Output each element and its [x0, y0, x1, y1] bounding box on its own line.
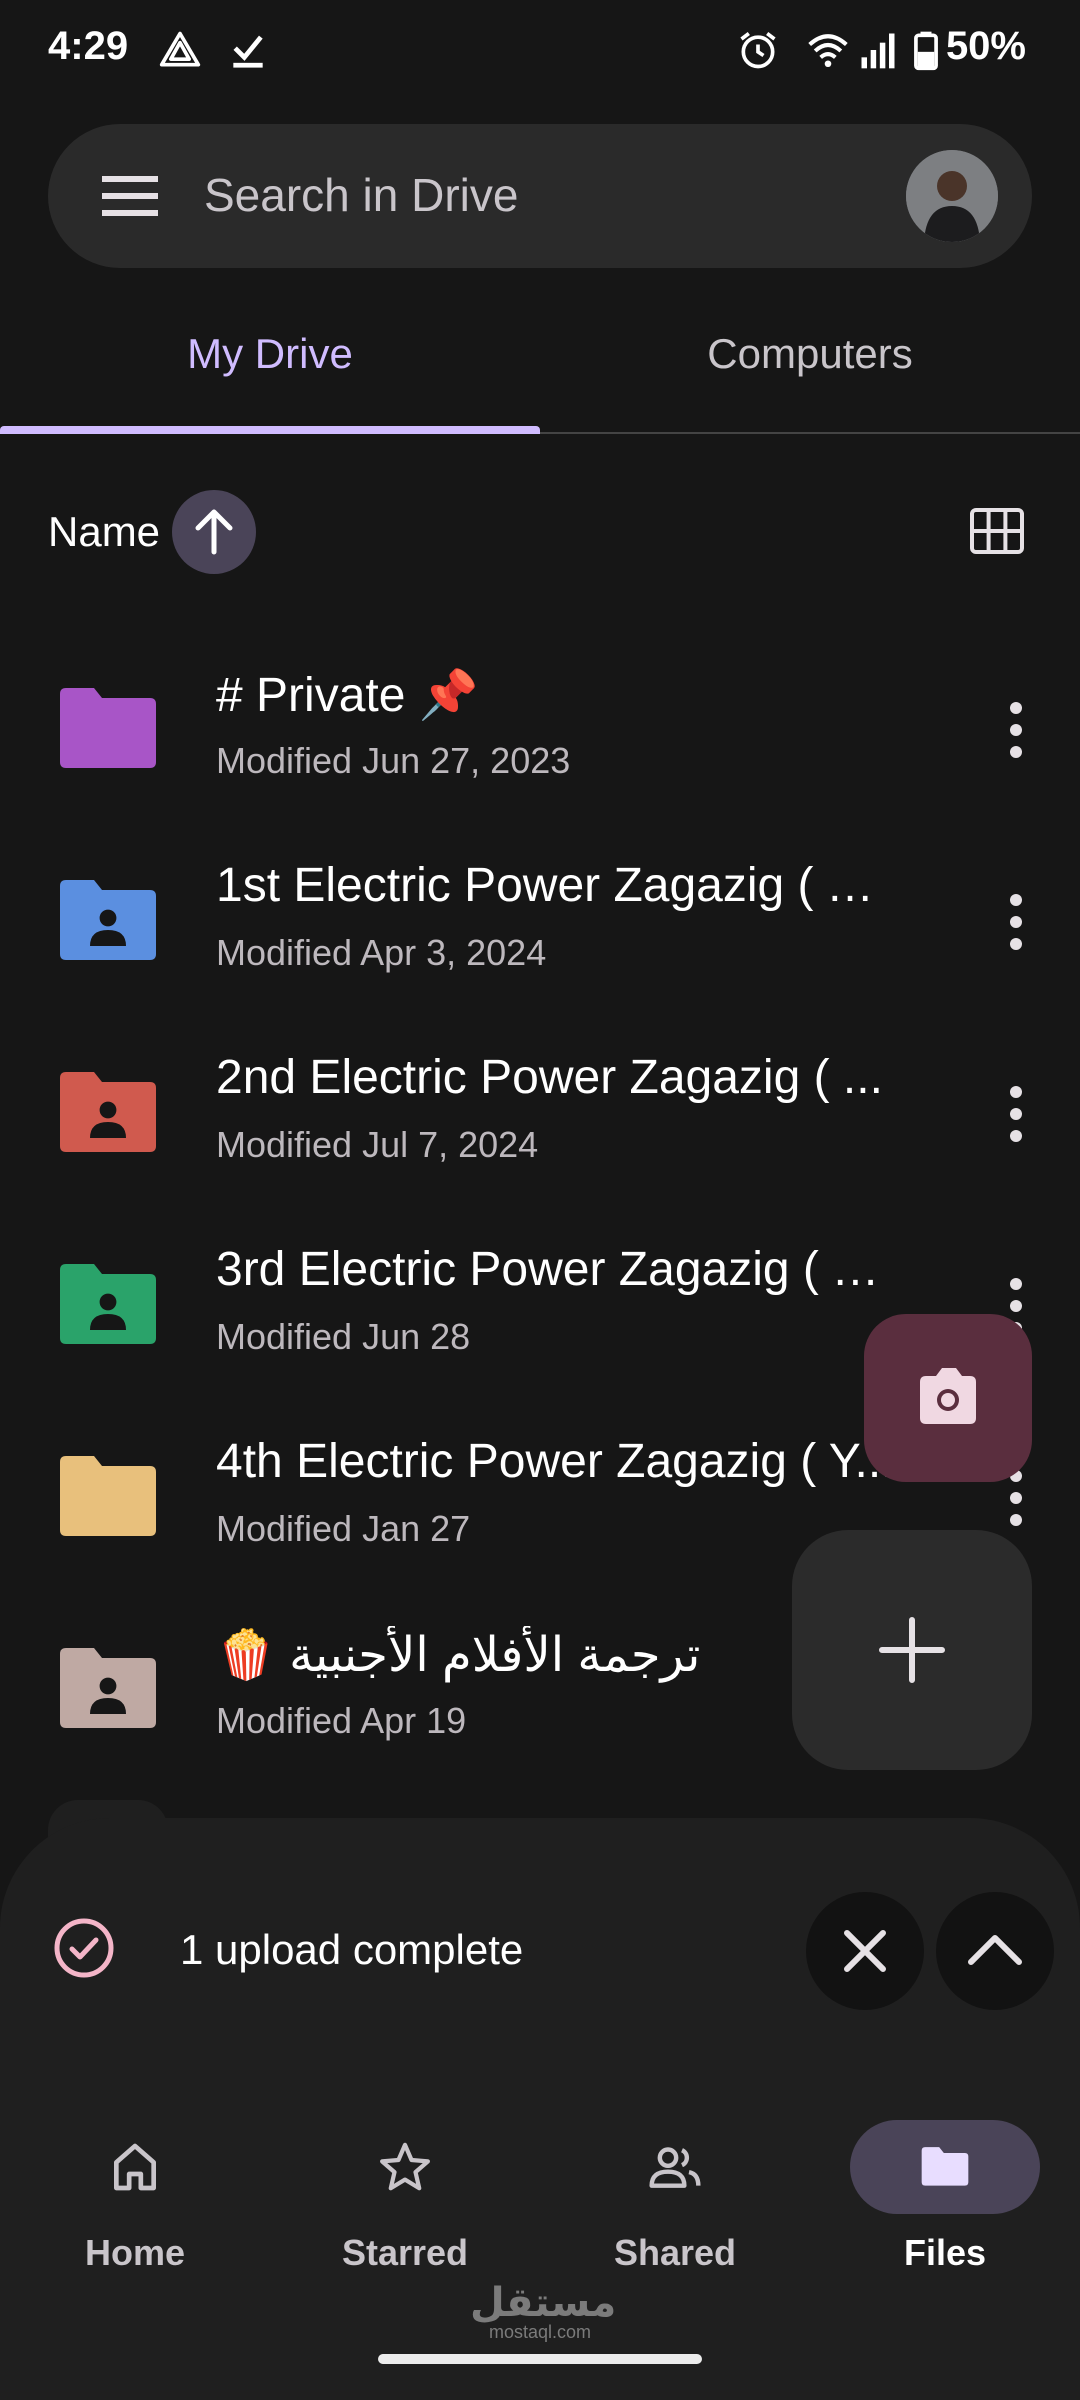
avatar-icon — [906, 150, 998, 242]
file-name: ترجمة الأفلام الأجنبية 🍿 — [216, 1629, 701, 1682]
nav-starred-label: Starred — [341, 2232, 469, 2273]
search-input[interactable]: Search in Drive — [204, 168, 518, 222]
tab-indicator — [0, 426, 540, 434]
more-options-icon[interactable] — [1006, 700, 1026, 760]
file-modified: Modified Jul 7, 2024 — [216, 1124, 539, 1165]
battery-percentage: 50% — [945, 24, 1026, 68]
file-modified: Modified Apr 19 — [216, 1700, 467, 1741]
file-name: # Private 📌 — [216, 669, 479, 722]
sort-label[interactable]: Name — [48, 508, 160, 556]
battery-icon — [914, 31, 938, 71]
nav-starred-indicator — [310, 2120, 500, 2214]
shared-folder-icon — [60, 880, 156, 960]
alarm-icon — [740, 32, 776, 69]
folder-icon — [60, 1456, 156, 1536]
expand-upload-button[interactable] — [936, 1892, 1054, 2010]
folder-icon — [60, 688, 156, 768]
more-options-icon[interactable] — [1006, 1084, 1026, 1144]
tab-my-drive[interactable]: My Drive — [0, 330, 540, 378]
grid-view-icon[interactable] — [970, 508, 1024, 554]
file-name: 1st Electric Power Zagazig ( Y.... — [216, 859, 896, 912]
home-icon — [114, 2143, 157, 2191]
watermark-latin: mostaql.com — [488, 2322, 592, 2342]
dismiss-upload-button[interactable] — [806, 1892, 924, 2010]
file-name: 4th Electric Power Zagazig ( Y... — [216, 1435, 895, 1488]
gesture-bar[interactable] — [378, 2354, 702, 2364]
nav-home[interactable]: Home — [0, 2120, 270, 2274]
nav-files[interactable]: Files — [810, 2120, 1080, 2274]
upload-status-text: 1 upload complete — [180, 1926, 524, 1973]
star-icon — [380, 2142, 430, 2191]
tab-computers[interactable]: Computers — [540, 330, 1080, 378]
check-circle-icon — [54, 1918, 114, 1978]
shared-folder-icon — [60, 1072, 156, 1152]
folder-icon — [921, 2147, 969, 2186]
drive-upload-icon — [159, 31, 201, 67]
nav-shared[interactable]: Shared — [540, 2120, 810, 2274]
camera-icon — [920, 1368, 976, 1424]
add-icon — [879, 1617, 945, 1683]
nav-shared-indicator — [580, 2120, 770, 2214]
more-options-icon[interactable] — [1006, 892, 1026, 952]
nav-files-label: Files — [903, 2232, 987, 2273]
list-item[interactable]: # Private 📌 Modified Jun 27, 2023 — [0, 636, 1080, 828]
file-modified: Modified Jan 27 — [216, 1508, 471, 1549]
file-modified: Modified Apr 3, 2024 — [216, 932, 547, 973]
chevron-up-icon — [968, 1935, 1022, 1965]
nav-home-label: Home — [84, 2232, 186, 2273]
bottom-navigation: Home Starred Shared Files — [0, 2060, 1080, 2400]
new-button[interactable] — [792, 1530, 1032, 1770]
file-name: 3rd Electric Power Zagazig ( Y... — [216, 1243, 896, 1296]
download-done-icon — [233, 35, 263, 68]
search-bar[interactable]: Search in Drive — [48, 124, 1032, 268]
list-item[interactable]: 1st Electric Power Zagazig ( Y.... Modif… — [0, 828, 1080, 1020]
avatar[interactable] — [906, 150, 998, 242]
arrow-up-icon — [195, 509, 233, 555]
nav-files-indicator — [850, 2120, 1040, 2214]
file-modified: Modified Jun 28 — [216, 1316, 471, 1357]
signal-icon — [861, 33, 895, 69]
menu-icon[interactable] — [102, 172, 158, 220]
watermark-arabic: مستقل — [470, 2281, 617, 2325]
nav-home-indicator — [40, 2120, 230, 2214]
nav-starred[interactable]: Starred — [270, 2120, 540, 2274]
shared-folder-icon — [60, 1648, 156, 1728]
people-icon — [649, 2147, 701, 2188]
scan-button[interactable] — [864, 1314, 1032, 1482]
file-name: 2nd Electric Power Zagazig ( ... — [216, 1051, 883, 1104]
shared-folder-icon — [60, 1264, 156, 1344]
nav-shared-label: Shared — [613, 2232, 737, 2273]
list-item[interactable]: 2nd Electric Power Zagazig ( ... Modifie… — [0, 1020, 1080, 1212]
wifi-icon — [808, 34, 848, 68]
status-time: 4:29 — [48, 24, 129, 68]
file-modified: Modified Jun 27, 2023 — [216, 740, 571, 781]
watermark: مستقل mostaql.com — [470, 2280, 616, 2343]
sort-direction-button[interactable] — [172, 490, 256, 574]
close-icon — [844, 1930, 886, 1972]
status-bar: 4:29 50% — [0, 0, 1080, 104]
